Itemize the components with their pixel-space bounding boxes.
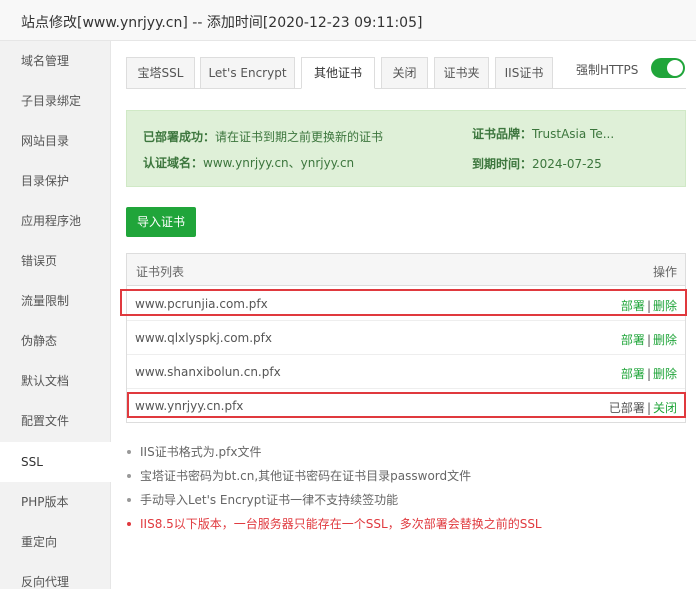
action-separator: | — [646, 333, 651, 347]
deploy-link[interactable]: 部署 — [621, 367, 645, 381]
sidebar-item-rewrite[interactable]: 伪静态 — [0, 321, 111, 361]
tab-lets-encrypt[interactable]: Let's Encrypt — [200, 57, 295, 89]
cert-expire-value: 2024-07-25 — [532, 157, 602, 171]
deploy-link[interactable]: 部署 — [621, 299, 645, 313]
note-item: IIS证书格式为.pfx文件 — [127, 443, 261, 461]
bullet-icon — [127, 497, 131, 502]
import-cert-button[interactable]: 导入证书 — [126, 207, 196, 237]
cert-brand-label: 证书品牌： — [472, 127, 533, 141]
header-ops: 操作 — [652, 265, 677, 279]
cert-table: 证书列表 操作 www.pcrunjia.com.pfx 部署 | 删除 www.q… — [126, 253, 686, 423]
row-actions: 已部署 | 关闭 — [609, 399, 677, 416]
row-actions: 部署 | 删除 — [621, 365, 677, 382]
cert-info-panel: 已部署成功：请在证书到期之前更换新的证书 认证域名：www.ynrjyy.cn、… — [126, 110, 686, 187]
table-row: www.shanxibolun.cn.pfx 部署 | 删除 — [127, 355, 685, 389]
row-actions: 部署 | 删除 — [621, 297, 677, 314]
cert-domain-label: 认证域名： — [143, 156, 204, 170]
note-text: IIS8.5以下版本，一台服务器只能存在一个SSL，多次部署会替换之前的SSL — [140, 517, 542, 531]
header-cert-list: 证书列表 — [136, 265, 185, 279]
sidebar-item-traffic-limit[interactable]: 流量限制 — [0, 281, 111, 321]
cert-brand-value: TrustAsia Te... — [532, 127, 615, 141]
sidebar-item-dir-protect[interactable]: 目录保护 — [0, 161, 111, 201]
deployed-status: 已部署 — [608, 401, 645, 415]
tab-other-cert[interactable]: 其他证书 — [301, 57, 375, 89]
deploy-status-value: 请在证书到期之前更换新的证书 — [215, 130, 384, 144]
action-separator: | — [646, 401, 651, 415]
cert-brand-row: 证书品牌：TrustAsia Te... — [472, 125, 614, 142]
sidebar-item-redirect[interactable]: 重定向 — [0, 522, 111, 562]
delete-link[interactable]: 删除 — [653, 299, 677, 313]
sidebar-item-error-page[interactable]: 错误页 — [0, 241, 111, 281]
note-item: 宝塔证书密码为bt.cn,其他证书密码在证书目录password文件 — [127, 467, 471, 485]
table-row: www.qlxlyspkj.com.pfx 部署 | 删除 — [127, 321, 685, 355]
note-text: 手动导入Let's Encrypt证书一律不支持续签功能 — [140, 493, 399, 507]
sidebar: 域名管理 子目录绑定 网站目录 目录保护 应用程序池 错误页 流量限制 伪静态 … — [0, 41, 112, 589]
action-separator: | — [646, 299, 651, 313]
cert-name: www.qlxlyspkj.com.pfx — [135, 331, 272, 345]
deploy-status-label: 已部署成功： — [143, 130, 216, 144]
deploy-status-row: 已部署成功：请在证书到期之前更换新的证书 — [143, 128, 383, 145]
bullet-icon — [127, 521, 131, 526]
sidebar-item-subdir[interactable]: 子目录绑定 — [0, 81, 111, 121]
note-item-warning: IIS8.5以下版本，一台服务器只能存在一个SSL，多次部署会替换之前的SSL — [127, 515, 542, 533]
cert-domain-value: www.ynrjyy.cn、ynrjyy.cn — [203, 156, 355, 170]
action-separator: | — [646, 367, 651, 381]
cert-name: www.pcrunjia.com.pfx — [135, 297, 268, 311]
sidebar-item-php-version[interactable]: PHP版本 — [0, 482, 111, 522]
bullet-icon — [127, 449, 131, 454]
window-title: 站点修改[www.ynrjyy.cn] -- 添加时间[2020-12-23 0… — [21, 15, 423, 31]
deploy-link[interactable]: 部署 — [621, 333, 645, 347]
sidebar-item-ssl[interactable]: SSL — [0, 442, 112, 482]
note-text: IIS证书格式为.pfx文件 — [140, 445, 262, 459]
sidebar-item-app-pool[interactable]: 应用程序池 — [0, 201, 111, 241]
table-row: www.pcrunjia.com.pfx 部署 | 删除 — [127, 287, 685, 321]
cert-expire-label: 到期时间： — [472, 157, 533, 171]
tab-iis-cert[interactable]: IIS证书 — [495, 57, 553, 89]
tab-close[interactable]: 关闭 — [381, 57, 428, 89]
force-https-toggle[interactable] — [651, 58, 685, 78]
toggle-knob — [667, 60, 683, 76]
cert-name: www.shanxibolun.cn.pfx — [135, 365, 281, 379]
tab-bt-ssl[interactable]: 宝塔SSL — [126, 57, 195, 89]
sidebar-item-config-file[interactable]: 配置文件 — [0, 401, 111, 441]
tab-cert-folder[interactable]: 证书夹 — [434, 57, 489, 89]
cert-domain-row: 认证域名：www.ynrjyy.cn、ynrjyy.cn — [143, 154, 354, 171]
sidebar-item-site-dir[interactable]: 网站目录 — [0, 121, 111, 161]
cert-name: www.ynrjyy.cn.pfx — [135, 399, 244, 413]
row-actions: 部署 | 删除 — [621, 331, 677, 348]
sidebar-item-reverse-proxy[interactable]: 反向代理 — [0, 562, 111, 589]
sidebar-item-default-doc[interactable]: 默认文档 — [0, 361, 111, 401]
bullet-icon — [127, 473, 131, 478]
force-https-label: 强制HTTPS — [576, 63, 639, 77]
cert-expire-row: 到期时间：2024-07-25 — [472, 155, 602, 172]
sidebar-item-domain[interactable]: 域名管理 — [0, 41, 111, 81]
note-text: 宝塔证书密码为bt.cn,其他证书密码在证书目录password文件 — [140, 469, 472, 483]
note-item: 手动导入Let's Encrypt证书一律不支持续签功能 — [127, 491, 398, 509]
table-row: www.ynrjyy.cn.pfx 已部署 | 关闭 — [127, 389, 685, 423]
close-link[interactable]: 关闭 — [653, 401, 677, 415]
delete-link[interactable]: 删除 — [653, 333, 677, 347]
delete-link[interactable]: 删除 — [653, 367, 677, 381]
window-titlebar: 站点修改[www.ynrjyy.cn] -- 添加时间[2020-12-23 0… — [0, 0, 696, 41]
cert-table-header: 证书列表 操作 — [127, 254, 685, 286]
